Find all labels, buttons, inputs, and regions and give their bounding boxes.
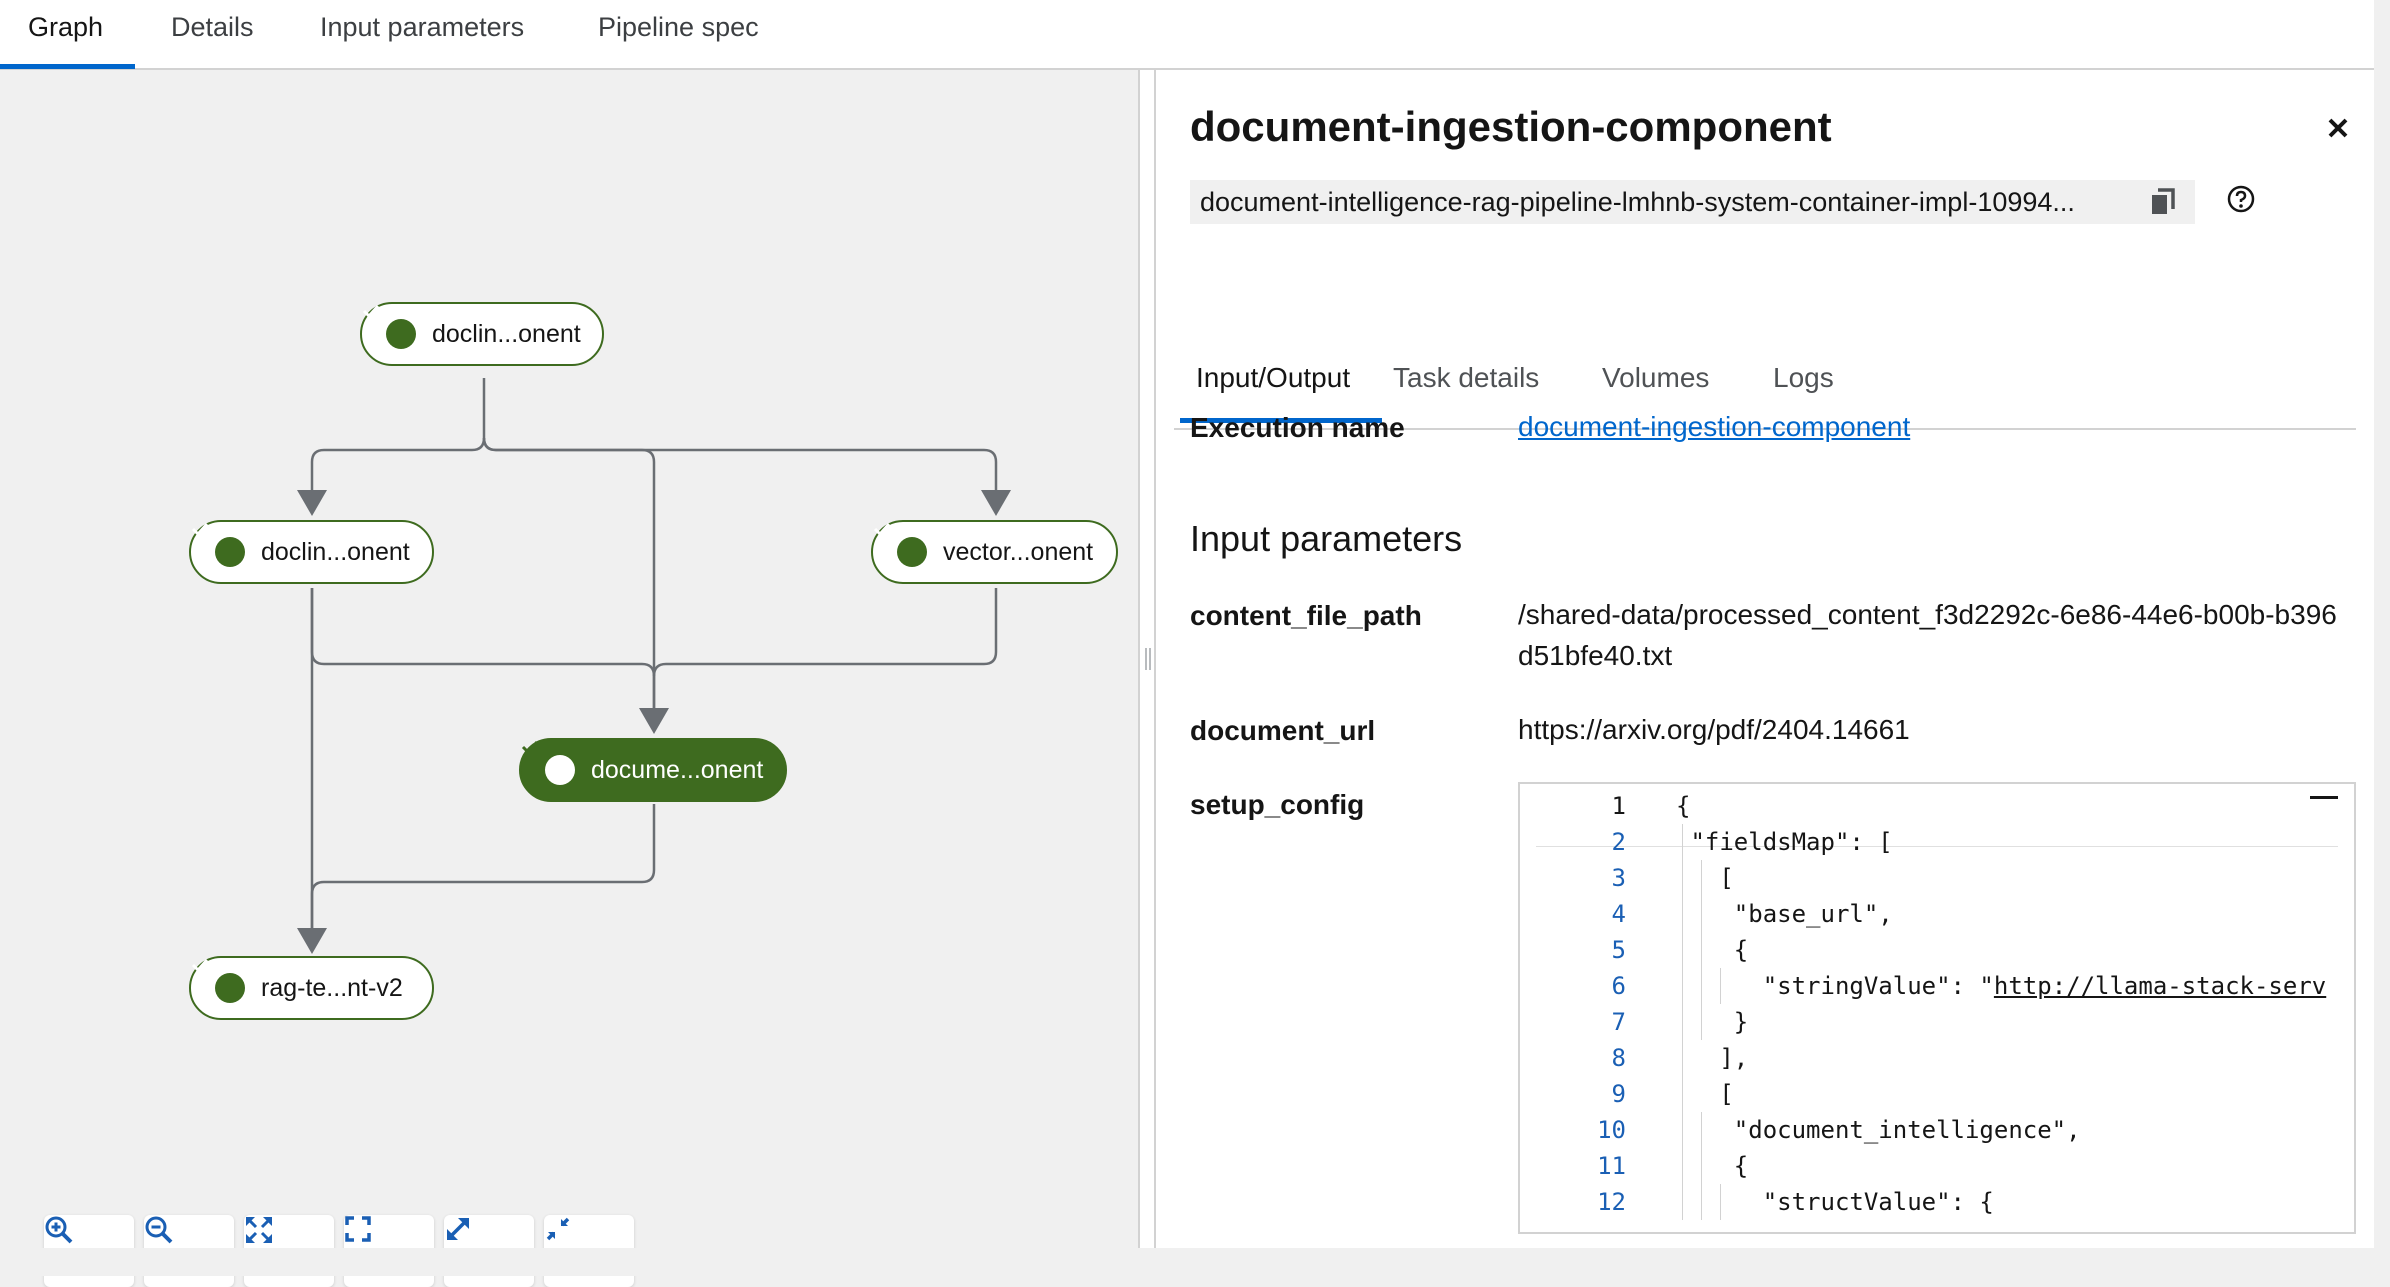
edge-n2-n4 — [310, 588, 656, 708]
code-text: "fieldsMap": [ — [1676, 828, 1893, 856]
node-label: vector...onent — [943, 537, 1094, 566]
line-number: 11 — [1597, 1152, 1626, 1180]
line-number: 3 — [1611, 864, 1626, 892]
panel-resize-handle[interactable] — [1138, 70, 1156, 1248]
fit-to-screen-icon — [246, 1217, 272, 1243]
line-number: 7 — [1611, 1008, 1626, 1036]
pod-name-clipboard: document-intelligence-rag-pipeline-lmhnb… — [1190, 180, 2195, 224]
line-number: 5 — [1611, 936, 1626, 964]
tab-input-output[interactable]: Input/Output — [1179, 362, 1383, 423]
edge-arrowhead — [981, 490, 1011, 516]
pipeline-node-rag-test[interactable]: rag-te...nt-v2 — [189, 956, 434, 1020]
pod-name-text: document-intelligence-rag-pipeline-lmhnb… — [1200, 187, 2075, 217]
edge-n1-n2 — [310, 378, 486, 490]
pipeline-node-docling-2[interactable]: doclin...onent — [189, 520, 434, 584]
code-text: } — [1676, 1008, 1749, 1036]
copy-button[interactable] — [2150, 188, 2176, 221]
line-number: 2 — [1611, 828, 1626, 856]
edge-n1-n4 — [482, 437, 656, 708]
node-label: docume...onent — [591, 755, 764, 784]
copy-icon — [2152, 188, 2175, 214]
code-text: "base_url", — [1676, 900, 1893, 928]
code-text: { — [1676, 792, 1691, 820]
pipeline-node-docling-1[interactable]: doclin...onent — [360, 302, 604, 366]
code-link[interactable]: http://llama-stack-serv — [1994, 972, 2326, 1000]
close-panel-button[interactable] — [2318, 108, 2358, 148]
edge-n3-n4 — [652, 588, 998, 677]
check-circle-icon — [191, 522, 245, 567]
check-circle-icon — [191, 958, 245, 1003]
edge-n4-n5 — [310, 804, 656, 928]
zoom-in-icon — [45, 1216, 73, 1244]
tab-volumes[interactable]: Volumes — [1602, 362, 1709, 394]
close-icon — [2328, 118, 2348, 138]
param-name: content_file_path — [1190, 600, 1422, 631]
node-label: doclin...onent — [432, 319, 581, 348]
tab-input-parameters[interactable]: Input parameters — [320, 0, 524, 68]
graph-edges — [297, 378, 1011, 954]
edge-arrowhead — [639, 708, 669, 734]
zoom-out-icon — [145, 1216, 173, 1244]
code-text: { — [1676, 1152, 1749, 1180]
param-value: /shared-data/processed_content_f3d2292c-… — [1518, 599, 2337, 671]
collapse-icon — [546, 1217, 570, 1241]
node-label: rag-te...nt-v2 — [261, 973, 403, 1002]
pipeline-graph-canvas[interactable]: doclin...onent doclin...onent vector...o… — [0, 70, 1138, 1287]
expand-icon — [447, 1218, 469, 1240]
panel-title: document-ingestion-component — [1190, 103, 1832, 150]
page-scroll-edge — [2374, 0, 2390, 1276]
edge-arrowhead — [297, 928, 327, 954]
code-text: [ — [1676, 864, 1734, 892]
param-name: document_url — [1190, 715, 1376, 746]
pipeline-node-vector[interactable]: vector...onent — [871, 520, 1118, 584]
node-label: doclin...onent — [261, 537, 410, 566]
setup-config-code-editor[interactable]: 1 {2 "fieldsMap": [ 3 [4 "base_url", 5 {6 "… — [1518, 782, 2356, 1234]
drag-grip-icon — [1145, 648, 1151, 670]
line-number: 8 — [1611, 1044, 1626, 1072]
edge-arrowhead — [297, 490, 327, 516]
check-circle-icon — [873, 522, 927, 567]
check-circle-icon — [521, 740, 575, 785]
code-text: [ — [1676, 1080, 1734, 1108]
node-details-panel: document-ingestion-component document-in… — [1156, 70, 2374, 1248]
edge-n1-n3 — [482, 437, 998, 490]
tab-details[interactable]: Details — [171, 0, 254, 68]
line-number: 1 — [1611, 792, 1626, 820]
code-text: ], — [1676, 1044, 1749, 1072]
tab-graph[interactable]: Graph — [0, 0, 136, 69]
top-tab-bar: Graph Details Input parameters Pipeline … — [0, 0, 2390, 70]
tab-logs[interactable]: Logs — [1773, 362, 1834, 394]
code-lines: 1 {2 "fieldsMap": [ 3 [4 "base_url", 5 {6 "… — [1536, 788, 2354, 1232]
input-parameters-heading: Input parameters — [1190, 518, 1463, 559]
line-number: 9 — [1611, 1080, 1626, 1108]
code-text: { — [1676, 936, 1749, 964]
pipeline-node-document-ingestion[interactable]: docume...onent — [519, 738, 787, 802]
page-bottom-edge — [0, 1248, 2390, 1276]
help-icon — [2227, 185, 2255, 213]
code-text: "document_intelligence", — [1676, 1116, 2081, 1144]
help-button[interactable] — [2226, 184, 2256, 219]
line-number: 4 — [1611, 900, 1626, 928]
param-name: setup_config — [1190, 789, 1365, 820]
execution-name-link[interactable]: document-ingestion-component — [1518, 406, 1910, 447]
code-text: "structValue": { — [1676, 1188, 1994, 1216]
execution-name-label: Execution name — [1190, 412, 1405, 443]
param-value: https://arxiv.org/pdf/2404.14661 — [1518, 714, 1910, 745]
line-number: 6 — [1611, 972, 1626, 1000]
code-text: "stringValue": "http://llama-stack-serv — [1676, 972, 2327, 1000]
tab-pipeline-spec[interactable]: Pipeline spec — [598, 0, 759, 68]
line-number: 12 — [1597, 1188, 1626, 1216]
line-number: 10 — [1597, 1116, 1626, 1144]
tab-task-details[interactable]: Task details — [1393, 362, 1539, 394]
reset-view-icon — [345, 1216, 371, 1242]
check-circle-icon — [362, 304, 416, 349]
